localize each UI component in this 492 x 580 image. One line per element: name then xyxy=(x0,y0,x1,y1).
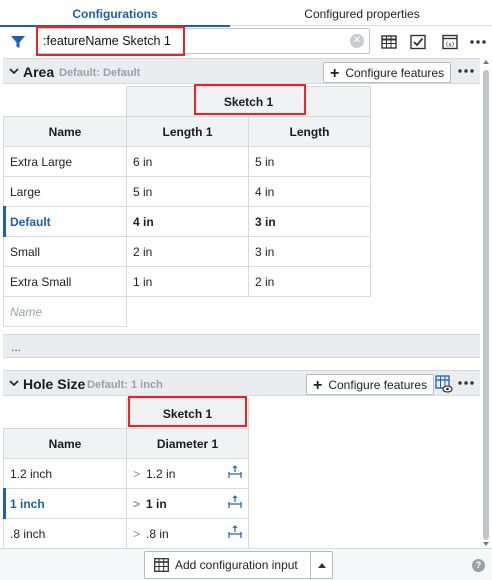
chevron-right-icon[interactable]: > xyxy=(133,527,140,541)
more-options-icon[interactable] xyxy=(457,63,475,79)
clear-icon[interactable]: ✕ xyxy=(350,34,364,48)
value-cell[interactable]: >1 in xyxy=(126,488,249,519)
configurations-list[interactable]: Area Default: Default + Configure feature… xyxy=(3,58,480,548)
table-row[interactable]: .8 inch > .8 in xyxy=(3,518,249,548)
area-default-label: Default: Default xyxy=(59,67,141,79)
add-configuration-input-button[interactable]: Add configuration input xyxy=(144,551,311,579)
column-header: Diameter 1 xyxy=(126,428,249,459)
value-cell[interactable]: 5 in xyxy=(248,146,371,177)
scrollbar-thumb[interactable] xyxy=(483,70,489,540)
value-cell[interactable]: >1.2 in xyxy=(126,458,249,489)
new-row-name-input[interactable]: Name xyxy=(3,296,127,327)
table-row[interactable]: Extra Large 6 in 5 in xyxy=(3,146,371,177)
chevron-right-icon[interactable]: > xyxy=(133,497,140,511)
value-cell[interactable]: > .8 in xyxy=(126,518,249,548)
row-name[interactable]: Default xyxy=(3,206,127,238)
configure-features-label: Configure features xyxy=(345,66,445,80)
checkbox-column-icon[interactable] xyxy=(409,33,427,51)
value-cell[interactable]: 2 in xyxy=(248,266,371,297)
row-name[interactable]: Extra Large xyxy=(3,146,127,177)
area-configuration-table: Sketch 1 Name Length 1 Length Extra Larg… xyxy=(3,86,371,327)
configure-features-label: Configure features xyxy=(328,378,428,392)
area-configure-features-button[interactable]: + Configure features xyxy=(323,62,452,83)
row-name[interactable]: 1.2 inch xyxy=(3,458,127,489)
table-row[interactable]: 1.2 inch >1.2 in xyxy=(3,458,249,489)
value-cell[interactable]: 3 in xyxy=(248,206,371,237)
tab-bar: Configurations Configured properties xyxy=(0,0,492,27)
plus-icon: + xyxy=(313,377,323,394)
hole-size-title: Hole Size xyxy=(23,376,86,392)
table-corner xyxy=(3,86,127,117)
hole-size-section-header: Hole Size Default: 1 inch + Configure fea… xyxy=(3,370,480,396)
tab-configured-properties[interactable]: Configured properties xyxy=(232,0,492,26)
chevron-right-icon[interactable]: > xyxy=(133,467,140,481)
bottom-bar: Add configuration input ? xyxy=(0,548,492,580)
table-row[interactable]: Extra Small 1 in 2 in xyxy=(3,266,371,297)
column-header: Length 1 xyxy=(126,116,249,147)
dimension-icon[interactable] xyxy=(228,525,242,539)
dimension-icon[interactable] xyxy=(228,495,242,509)
default-table-row[interactable]: Default 4 in 3 in xyxy=(3,206,371,238)
column-header: Length xyxy=(248,116,371,147)
scroll-up-icon[interactable] xyxy=(483,60,489,64)
table-row[interactable]: Large 5 in 4 in xyxy=(3,176,371,207)
row-name[interactable]: 1 inch xyxy=(3,488,127,520)
collapsed-section-row[interactable]: ... xyxy=(3,334,480,358)
cell-value: .8 in xyxy=(146,526,169,541)
vertical-scrollbar[interactable] xyxy=(481,58,491,548)
hole-size-group-header: Sketch 1 xyxy=(126,398,249,429)
add-configuration-input-label: Add configuration input xyxy=(175,558,298,572)
plus-icon: + xyxy=(330,65,340,82)
value-cell[interactable]: 6 in xyxy=(126,146,249,177)
search-input[interactable] xyxy=(37,29,347,53)
table-icon xyxy=(154,558,169,572)
more-options-icon[interactable] xyxy=(457,375,475,391)
value-cell[interactable]: 3 in xyxy=(248,236,371,267)
name-column-header: Name xyxy=(3,428,127,459)
name-column-header: Name xyxy=(3,116,127,147)
hole-size-configuration-table: Sketch 1 Name Diameter 1 1.2 inch >1.2 i… xyxy=(3,398,249,548)
table-view-icon[interactable] xyxy=(380,33,398,51)
add-input-dropdown-button[interactable] xyxy=(310,551,333,579)
table-visibility-icon[interactable] xyxy=(435,375,453,393)
table-row[interactable]: Small 2 in 3 in xyxy=(3,236,371,267)
row-name[interactable]: .8 inch xyxy=(3,518,127,548)
cell-value: 1.2 in xyxy=(146,466,176,481)
value-cell[interactable]: 4 in xyxy=(248,176,371,207)
search-field: ✕ xyxy=(36,28,370,54)
variable-column-icon[interactable]: (x) xyxy=(441,33,459,51)
filter-bar: ✕ (x) xyxy=(0,27,492,57)
help-icon[interactable]: ? xyxy=(472,559,485,572)
chevron-down-icon[interactable] xyxy=(8,65,20,77)
area-title: Area xyxy=(23,64,55,80)
scroll-down-icon[interactable] xyxy=(483,542,489,546)
value-cell[interactable]: 2 in xyxy=(126,236,249,267)
filter-icon[interactable] xyxy=(10,34,26,50)
value-cell[interactable]: 1 in xyxy=(126,266,249,297)
dimension-icon[interactable] xyxy=(228,465,242,479)
cell-value: 1 in xyxy=(146,496,167,511)
hole-size-default-label: Default: 1 inch xyxy=(87,379,163,391)
table-corner xyxy=(3,398,127,429)
area-group-header: Sketch 1 xyxy=(126,86,371,117)
tab-configurations[interactable]: Configurations xyxy=(0,0,230,27)
area-section-header: Area Default: Default + Configure feature… xyxy=(3,58,480,84)
svg-text:(x): (x) xyxy=(446,42,454,49)
hole-size-configure-features-button[interactable]: + Configure features xyxy=(306,374,435,395)
value-cell[interactable]: 4 in xyxy=(126,206,249,237)
more-options-icon[interactable] xyxy=(469,33,487,51)
row-name[interactable]: Extra Small xyxy=(3,266,127,297)
value-cell[interactable]: 5 in xyxy=(126,176,249,207)
chevron-down-icon[interactable] xyxy=(8,377,20,389)
row-name[interactable]: Small xyxy=(3,236,127,267)
default-table-row[interactable]: 1 inch >1 in xyxy=(3,488,249,520)
row-name[interactable]: Large xyxy=(3,176,127,207)
